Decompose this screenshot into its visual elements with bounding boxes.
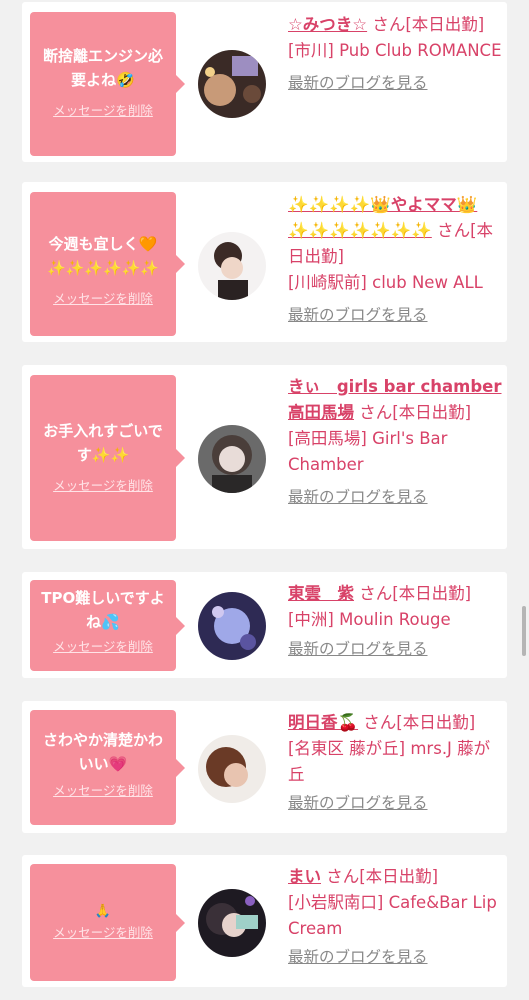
comment-text: 断捨離エンジン必要よね🤣 [42,47,163,89]
sender-info: まい さん[本日出勤] [小岩駅南口] Cafe&Bar Lip Cream 最… [288,864,502,970]
sender-status: さん[本日出勤] [359,403,472,422]
delete-message-link[interactable]: メッセージを削除 [53,288,153,307]
shop-name: [中洲] Moulin Rouge [288,610,451,629]
avatar[interactable] [198,425,266,493]
sender-status: さん[本日出勤] [359,584,472,603]
message-card: TPO難しいですよね💦 メッセージを削除 東雲 紫 さん[本日出勤] [中洲] … [22,572,507,678]
shop-name: [高田馬場] Girl's Bar Chamber [288,429,448,474]
avatar[interactable] [198,232,266,300]
avatar[interactable] [198,50,266,118]
message-card: お手入れすごいです✨✨ メッセージを削除 きぃ girls bar chambe… [22,365,507,549]
comment-bubble: 今週も宜しく🧡✨✨✨✨✨✨ メッセージを削除 [30,192,185,336]
comment-text: 今週も宜しく🧡✨✨✨✨✨✨ [46,235,160,277]
avatar[interactable] [198,889,266,957]
sender-name[interactable]: 明日香🍒 [288,713,358,732]
sender-info: ☆みつき☆ さん[本日出勤] [市川] Pub Club ROMANCE 最新の… [288,12,502,96]
sender-info: きぃ girls bar chamber高田馬場 さん[本日出勤] [高田馬場]… [288,374,502,510]
delete-message-link[interactable]: メッセージを削除 [53,780,153,799]
message-card: 🙏 メッセージを削除 まい さん[本日出勤] [小岩駅南口] Cafe&Bar … [22,855,507,987]
comment-bubble: 断捨離エンジン必要よね🤣 メッセージを削除 [30,12,185,156]
delete-message-link[interactable]: メッセージを削除 [53,636,153,655]
avatar[interactable] [198,592,266,660]
shop-name: [川崎駅前] club New ALL [288,273,483,292]
shop-name: [小岩駅南口] Cafe&Bar Lip Cream [288,893,497,938]
sender-info: ✨✨✨✨👑やよママ👑✨✨✨✨✨✨✨ さん[本日出勤] [川崎駅前] club N… [288,192,502,328]
delete-message-link[interactable]: メッセージを削除 [53,100,153,119]
shop-name: [名東区 藤が丘] mrs.J 藤が丘 [288,739,491,784]
comment-bubble: TPO難しいですよね💦 メッセージを削除 [30,580,185,671]
comment-text: さわやか清楚かわいい💗 [42,731,163,773]
sender-name[interactable]: まい [288,867,321,886]
delete-message-link[interactable]: メッセージを削除 [53,475,153,494]
latest-blog-link[interactable]: 最新のブログを見る [288,790,428,816]
comment-bubble: お手入れすごいです✨✨ メッセージを削除 [30,375,185,541]
sender-name[interactable]: ☆みつき☆ [288,15,367,34]
comment-text: お手入れすごいです✨✨ [43,422,163,464]
comment-text: TPO難しいですよね💦 [41,589,165,631]
comment-text: 🙏 [94,904,112,919]
shop-name: [市川] Pub Club ROMANCE [288,41,502,60]
latest-blog-link[interactable]: 最新のブログを見る [288,70,428,96]
sender-name[interactable]: 東雲 紫 [288,584,354,603]
sender-info: 東雲 紫 さん[本日出勤] [中洲] Moulin Rouge 最新のブログを見… [288,581,502,662]
scrollbar[interactable] [522,606,526,656]
message-card: さわやか清楚かわいい💗 メッセージを削除 明日香🍒 さん[本日出勤] [名東区 … [22,701,507,833]
delete-message-link[interactable]: メッセージを削除 [53,922,153,941]
comment-bubble: さわやか清楚かわいい💗 メッセージを削除 [30,710,185,825]
sender-info: 明日香🍒 さん[本日出勤] [名東区 藤が丘] mrs.J 藤が丘 最新のブログ… [288,710,502,816]
message-card: 今週も宜しく🧡✨✨✨✨✨✨ メッセージを削除 ✨✨✨✨👑やよママ👑✨✨✨✨✨✨✨… [22,182,507,342]
latest-blog-link[interactable]: 最新のブログを見る [288,944,428,970]
latest-blog-link[interactable]: 最新のブログを見る [288,484,428,510]
sender-status: さん[本日出勤] [363,713,476,732]
comment-bubble: 🙏 メッセージを削除 [30,864,185,981]
avatar[interactable] [198,735,266,803]
latest-blog-link[interactable]: 最新のブログを見る [288,636,428,662]
sender-status: さん[本日出勤] [326,867,439,886]
message-card: 断捨離エンジン必要よね🤣 メッセージを削除 ☆みつき☆ さん[本日出勤] [市川… [22,2,507,162]
sender-status: さん[本日出勤] [372,15,485,34]
latest-blog-link[interactable]: 最新のブログを見る [288,302,428,328]
